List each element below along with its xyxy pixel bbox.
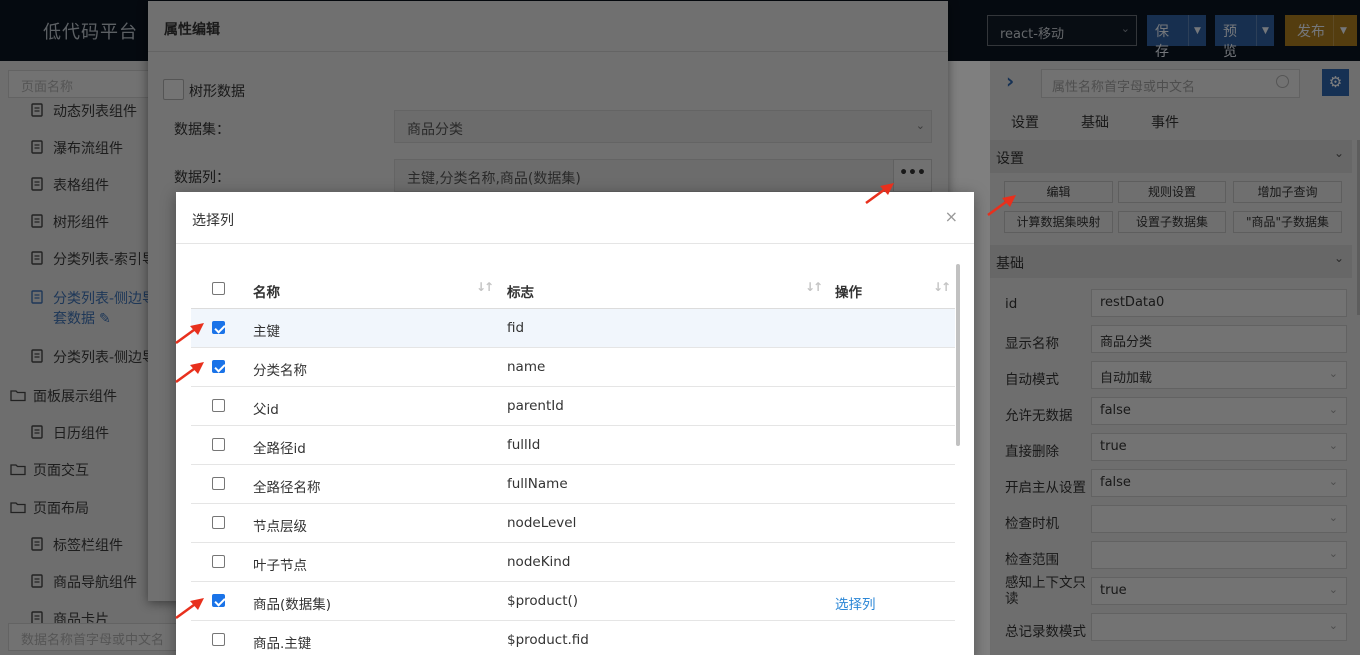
column-flag: $product.fid (507, 632, 589, 648)
column-flag: fullName (507, 476, 568, 492)
table-row[interactable]: 商品(数据集) $product() 选择列 (191, 582, 955, 621)
column-name: 节点层级 (253, 519, 307, 535)
row-checkbox[interactable] (212, 555, 225, 568)
sort-icon[interactable]: ↓↑ (933, 280, 951, 294)
column-flag: $product() (507, 593, 579, 609)
table-row[interactable]: 全路径名称 fullName (191, 465, 955, 504)
row-checkbox[interactable] (212, 438, 225, 451)
annotation-arrow-icon (175, 362, 204, 384)
annotation-arrow-icon (175, 323, 204, 345)
column-flag: nodeKind (507, 554, 571, 570)
column-flag: fullId (507, 437, 541, 453)
table-header-row: 名称 ↓↑ 标志 ↓↑ 操作 ↓↑ (191, 270, 955, 309)
row-checkbox[interactable] (212, 594, 225, 607)
row-checkbox[interactable] (212, 633, 225, 646)
row-checkbox[interactable] (212, 360, 225, 373)
table-row[interactable]: 分类名称 name (191, 348, 955, 387)
row-checkbox[interactable] (212, 516, 225, 529)
table-row[interactable]: 叶子节点 nodeKind (191, 543, 955, 582)
annotation-arrow-icon (987, 195, 1016, 217)
row-checkbox[interactable] (212, 399, 225, 412)
table-scrollbar[interactable] (956, 264, 960, 446)
select-columns-dialog: 选择列 × 名称 ↓↑ 标志 ↓↑ 操作 ↓↑ 主键 fid 分类名称 name 父id… (176, 192, 974, 655)
column-name: 全路径名称 (253, 480, 321, 496)
column-name: 父id (253, 402, 279, 418)
table-row[interactable]: 父id parentId (191, 387, 955, 426)
column-header-name[interactable]: 名称 (253, 281, 280, 301)
annotation-arrow-icon (865, 183, 894, 205)
column-name: 主键 (253, 324, 280, 340)
column-name: 商品.主键 (253, 636, 312, 652)
column-name: 商品(数据集) (253, 597, 332, 613)
sort-icon[interactable]: ↓↑ (476, 280, 494, 294)
column-name: 全路径id (253, 441, 306, 457)
sort-icon[interactable]: ↓↑ (805, 280, 823, 294)
dialog-header: 选择列 × (176, 192, 974, 244)
column-header-flag[interactable]: 标志 (507, 281, 534, 301)
column-name: 分类名称 (253, 363, 307, 379)
table-row[interactable]: 商品.主键 $product.fid (191, 621, 955, 655)
table-row[interactable]: 全路径id fullId (191, 426, 955, 465)
dialog-title: 选择列 (192, 213, 234, 229)
close-icon[interactable]: × (945, 207, 958, 226)
column-flag: parentId (507, 398, 564, 414)
row-checkbox[interactable] (212, 321, 225, 334)
row-checkbox[interactable] (212, 477, 225, 490)
column-flag: nodeLevel (507, 515, 577, 531)
columns-table: 名称 ↓↑ 标志 ↓↑ 操作 ↓↑ 主键 fid 分类名称 name 父id parent… (191, 270, 955, 655)
column-name: 叶子节点 (253, 558, 307, 574)
table-row[interactable]: 主键 fid (191, 309, 955, 348)
table-row[interactable]: 节点层级 nodeLevel (191, 504, 955, 543)
column-flag: fid (507, 320, 525, 336)
annotation-arrow-icon (175, 598, 204, 620)
column-header-operation[interactable]: 操作 (835, 281, 862, 301)
select-all-checkbox[interactable] (212, 282, 225, 295)
column-flag: name (507, 359, 546, 375)
select-columns-link[interactable]: 选择列 (835, 593, 876, 613)
